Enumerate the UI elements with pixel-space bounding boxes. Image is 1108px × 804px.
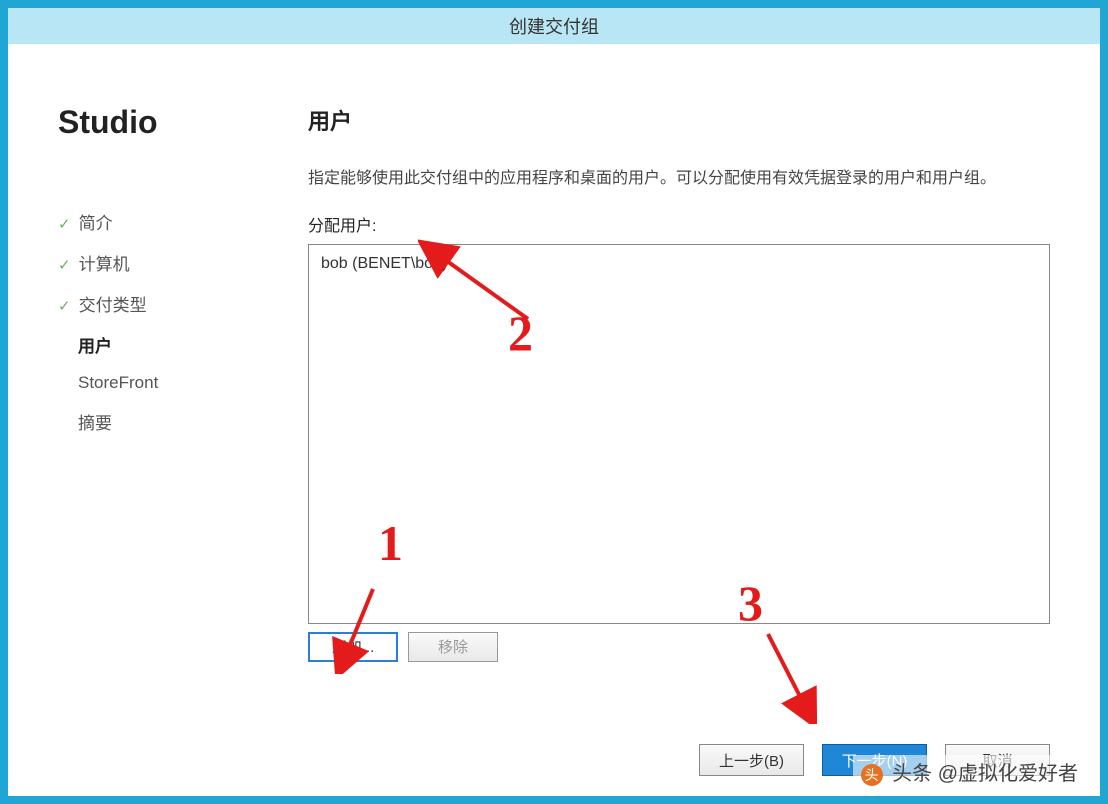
remove-user-button: 移除 xyxy=(408,632,498,662)
assigned-users-listbox[interactable]: bob (BENET\bob) xyxy=(308,244,1050,624)
list-action-buttons: 添加... 移除 xyxy=(308,632,1050,662)
page-description: 指定能够使用此交付组中的应用程序和桌面的用户。可以分配使用有效凭据登录的用户和用… xyxy=(308,166,1050,192)
back-button[interactable]: 上一步(B) xyxy=(699,744,804,776)
step-summary: 摘要 xyxy=(58,401,258,442)
page-title: 用户 xyxy=(308,104,1050,136)
step-users[interactable]: 用户 xyxy=(58,324,258,365)
watermark-text: 头条 @虚拟化爱好者 xyxy=(892,763,1078,785)
list-item[interactable]: bob (BENET\bob) xyxy=(321,255,1037,273)
step-delivery-type[interactable]: 交付类型 xyxy=(58,283,258,324)
step-machines[interactable]: 计算机 xyxy=(58,242,258,283)
dialog-window: 创建交付组 Studio 简介 计算机 交付类型 用户 StoreFront 摘… xyxy=(0,0,1108,804)
dialog-content: Studio 简介 计算机 交付类型 用户 StoreFront 摘要 用户 指… xyxy=(8,44,1100,796)
step-storefront: StoreFront xyxy=(58,365,258,401)
window-titlebar: 创建交付组 xyxy=(8,8,1100,44)
wizard-steps: 简介 计算机 交付类型 用户 StoreFront 摘要 xyxy=(58,201,258,442)
studio-logo: Studio xyxy=(58,104,258,141)
watermark-icon: 头 xyxy=(861,764,883,786)
watermark: 头 头条 @虚拟化爱好者 xyxy=(853,755,1086,788)
step-intro[interactable]: 简介 xyxy=(58,201,258,242)
window-title: 创建交付组 xyxy=(509,13,599,39)
add-user-button[interactable]: 添加... xyxy=(308,632,398,662)
assign-users-label: 分配用户: xyxy=(308,212,1050,236)
main-panel: 用户 指定能够使用此交付组中的应用程序和桌面的用户。可以分配使用有效凭据登录的用… xyxy=(288,44,1100,796)
wizard-sidebar: Studio 简介 计算机 交付类型 用户 StoreFront 摘要 xyxy=(8,44,288,796)
